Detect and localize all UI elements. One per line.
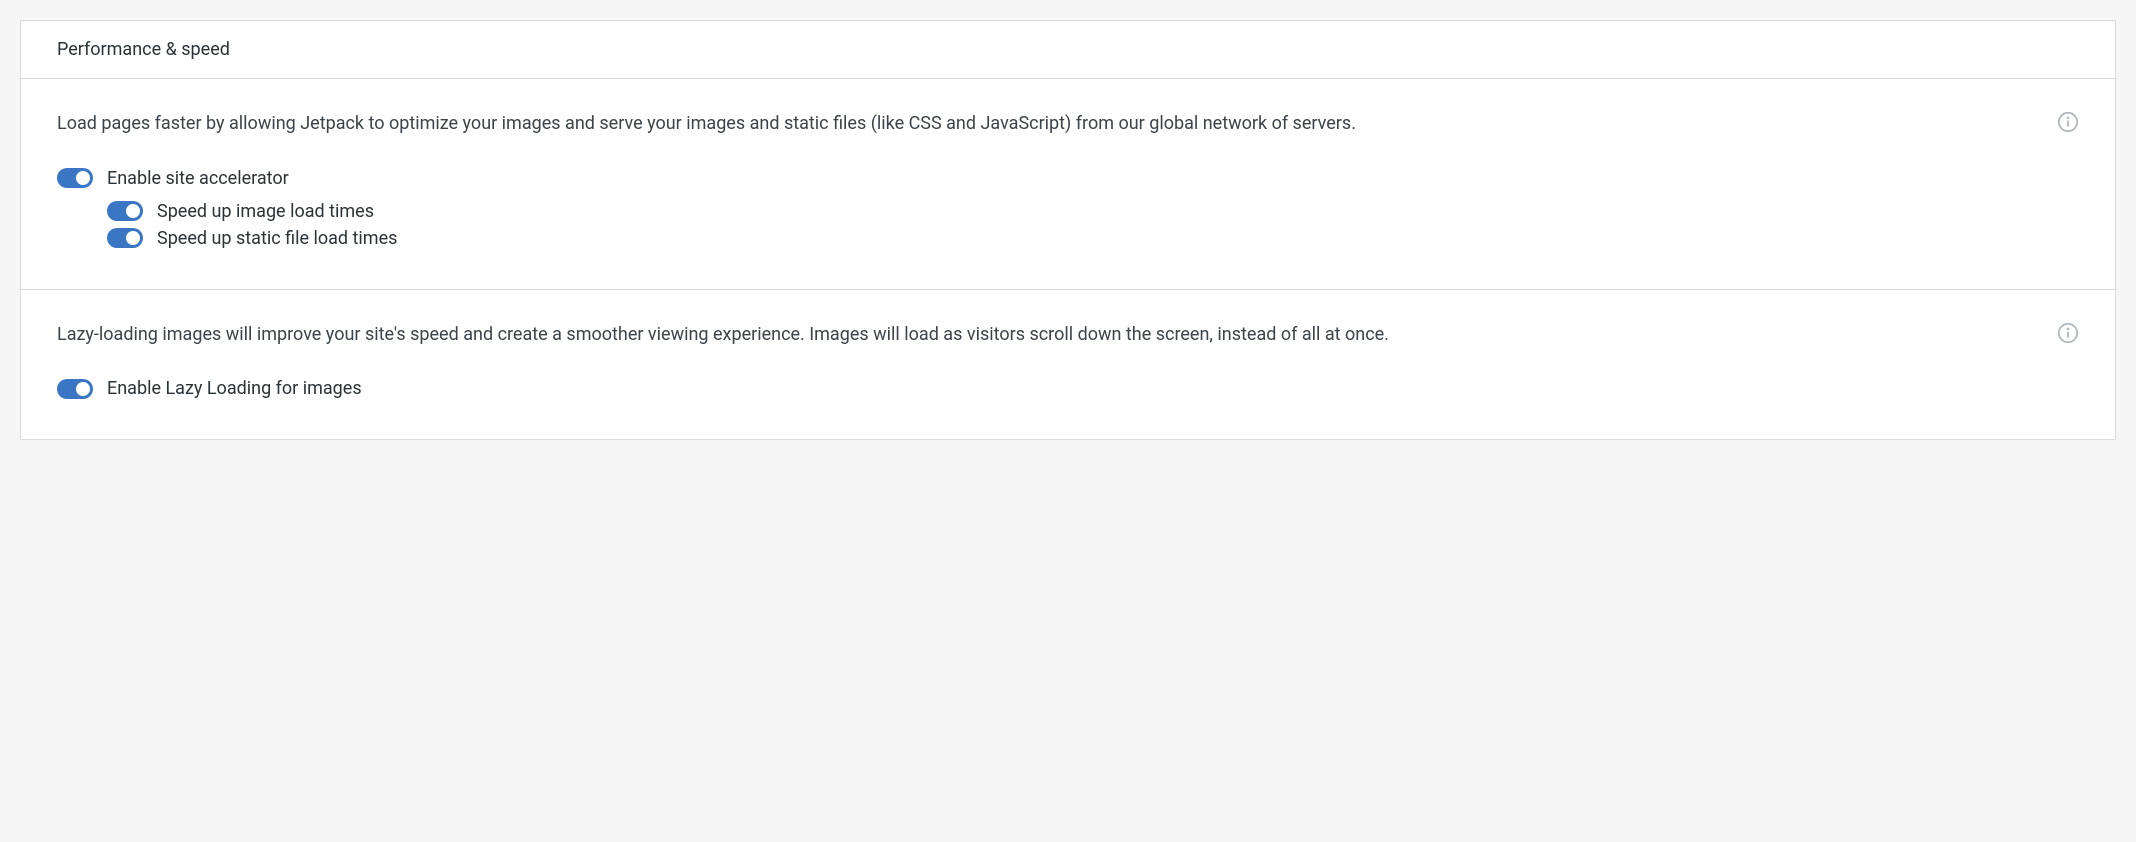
- site-accelerator-section: Load pages faster by allowing Jetpack to…: [21, 79, 2115, 289]
- enable-lazy-label: Enable Lazy Loading for images: [107, 378, 362, 399]
- speed-images-row[interactable]: Speed up image load times: [107, 201, 2079, 222]
- toggle-knob: [76, 382, 90, 396]
- toggle-knob: [76, 171, 90, 185]
- speed-static-label: Speed up static file load times: [157, 228, 397, 249]
- enable-lazy-row[interactable]: Enable Lazy Loading for images: [57, 378, 2079, 399]
- accelerator-toggles: Enable site accelerator Speed up image l…: [57, 168, 2079, 249]
- lazy-desc-row: Lazy-loading images will improve your si…: [57, 320, 2079, 351]
- accelerator-info-button[interactable]: [2057, 109, 2079, 133]
- enable-lazy-toggle[interactable]: [57, 379, 93, 399]
- lazy-loading-section: Lazy-loading images will improve your si…: [21, 289, 2115, 440]
- speed-images-toggle[interactable]: [107, 201, 143, 221]
- toggle-knob: [126, 204, 140, 218]
- info-icon: [2057, 111, 2079, 133]
- accelerator-sub-toggles: Speed up image load times Speed up stati…: [107, 201, 2079, 249]
- performance-panel: Performance & speed Load pages faster by…: [20, 20, 2116, 440]
- enable-accelerator-row[interactable]: Enable site accelerator: [57, 168, 2079, 189]
- lazy-info-button[interactable]: [2057, 320, 2079, 344]
- toggle-knob: [126, 231, 140, 245]
- accelerator-description: Load pages faster by allowing Jetpack to…: [57, 109, 1417, 140]
- speed-images-label: Speed up image load times: [157, 201, 374, 222]
- panel-title: Performance & speed: [21, 21, 2115, 79]
- info-icon: [2057, 322, 2079, 344]
- lazy-toggles: Enable Lazy Loading for images: [57, 378, 2079, 399]
- enable-accelerator-toggle[interactable]: [57, 168, 93, 188]
- speed-static-row[interactable]: Speed up static file load times: [107, 228, 2079, 249]
- accelerator-desc-row: Load pages faster by allowing Jetpack to…: [57, 109, 2079, 140]
- enable-accelerator-label: Enable site accelerator: [107, 168, 289, 189]
- speed-static-toggle[interactable]: [107, 228, 143, 248]
- lazy-description: Lazy-loading images will improve your si…: [57, 320, 1417, 351]
